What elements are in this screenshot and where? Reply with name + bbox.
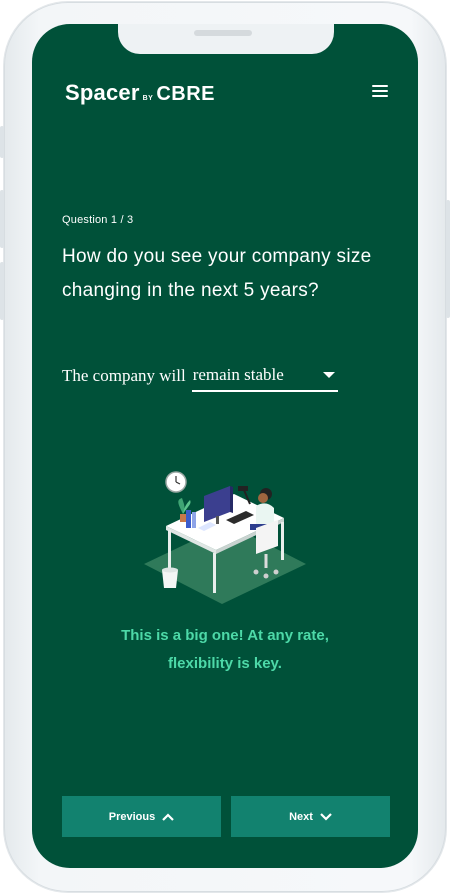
phone-power-button: [446, 200, 450, 318]
spacer-by-cbre-logo[interactable]: Spacer BY CBRE: [65, 80, 215, 106]
logo-spacer-text: Spacer: [65, 80, 140, 105]
hamburger-menu-icon[interactable]: [372, 85, 388, 99]
next-button-label: Next: [289, 810, 313, 823]
menu-line: [372, 90, 388, 92]
previous-button-label: Previous: [108, 810, 156, 823]
question-title-line-2: changing in the next 5 years?: [62, 280, 319, 301]
feedback-message: This is a big one! At any rate, flexibil…: [52, 622, 398, 678]
dropdown-selected-value: remain stable: [192, 365, 284, 384]
logo-by-text: BY: [142, 95, 154, 102]
chevron-up-icon: [162, 812, 175, 821]
question-counter: Question 1 / 3: [62, 214, 134, 226]
phone-speaker: [194, 30, 252, 36]
chevron-down-icon: [320, 812, 332, 821]
logo-cbre-text: CBRE: [156, 83, 215, 105]
phone-silent-switch: [0, 126, 4, 158]
answer-sentence: The company will remain stable: [62, 360, 338, 392]
phone-volume-up: [0, 190, 4, 248]
menu-line: [372, 85, 388, 87]
menu-line: [372, 95, 388, 97]
app-screen: Spacer BY CBRE Question 1 / 3 How do you…: [32, 24, 418, 868]
next-button[interactable]: Next: [231, 796, 390, 837]
feedback-line-1: This is a big one! At any rate,: [121, 627, 329, 644]
feedback-line-2: flexibility is key.: [168, 655, 282, 672]
previous-button[interactable]: Previous: [62, 796, 221, 837]
question-title: How do you see your company size changin…: [62, 240, 402, 308]
company-size-dropdown[interactable]: remain stable: [191, 360, 338, 392]
office-desk-illustration-icon: [138, 464, 308, 604]
phone-volume-down: [0, 262, 4, 320]
caret-down-icon: [322, 372, 335, 378]
answer-prefix-text: The company will: [62, 366, 186, 385]
phone-notch: [118, 24, 334, 54]
question-title-line-1: How do you see your company size: [62, 246, 372, 267]
